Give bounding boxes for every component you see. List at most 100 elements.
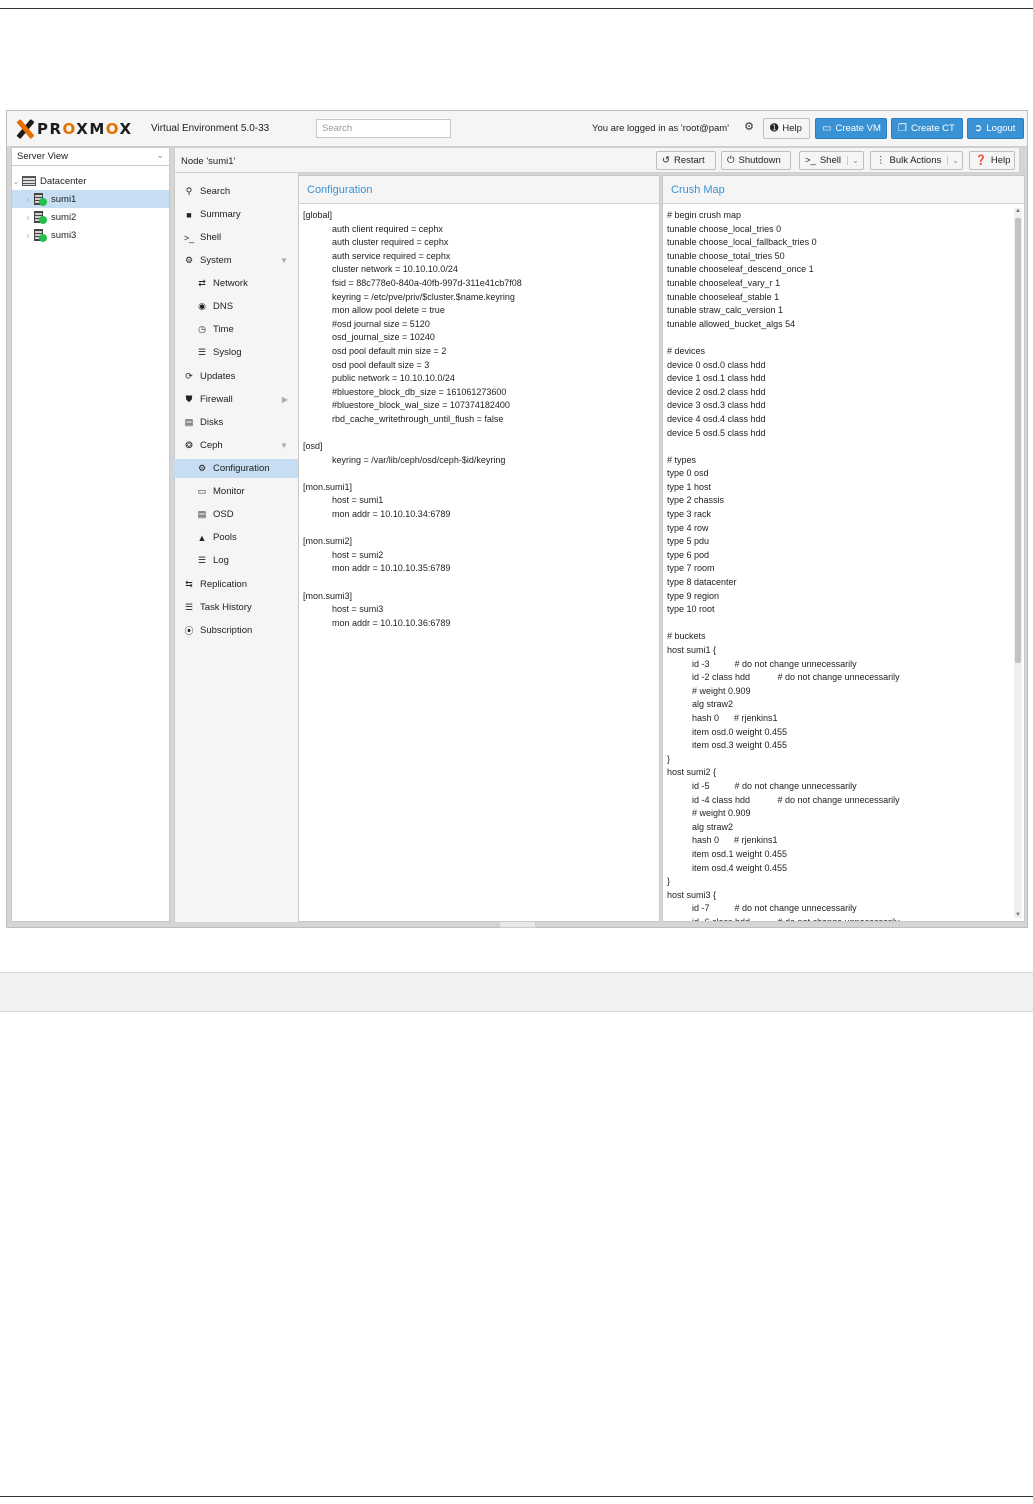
nav-ceph[interactable]: ❂ Ceph ▼ (174, 436, 298, 455)
config-line: keyring = /etc/pve/priv/$cluster.$name.k… (332, 291, 515, 302)
tree-item-sumi2[interactable]: › sumi2 (12, 208, 169, 226)
crush-line: # weight 0.909 (692, 808, 751, 819)
crush-line (667, 617, 1020, 631)
crush-line: type 8 datacenter (667, 577, 737, 588)
crush-line: tunable chooseleaf_vary_r 1 (667, 277, 781, 288)
scroll-up-icon[interactable]: ▲ (1014, 208, 1022, 214)
crush-map-scrollbar[interactable]: ▲ ▼ (1014, 208, 1022, 918)
nav-ceph-configuration[interactable]: ⚙ Configuration (174, 459, 298, 478)
tree-item-datacenter[interactable]: ⌄ Datacenter (12, 172, 169, 190)
crush-line: id -2 class hdd # do not change unnecess… (692, 672, 900, 683)
crush-line: # buckets (667, 631, 706, 642)
nav-ceph-pools[interactable]: ▲ Pools (174, 528, 298, 547)
logout-button[interactable]: ➲ Logout (967, 118, 1024, 139)
crush-map-panel-title: Crush Map (663, 176, 1024, 204)
crush-line: type 3 rack (667, 509, 712, 520)
scroll-down-icon[interactable]: ▼ (1014, 912, 1022, 918)
list-icon: ☰ (197, 347, 207, 357)
restart-button[interactable]: ↺ Restart (656, 151, 716, 170)
help-button[interactable]: ➊ Help (763, 118, 810, 139)
hdd-icon: ▤ (197, 509, 207, 519)
cube-icon: ❒ (898, 123, 907, 134)
list-icon: ☰ (197, 555, 207, 565)
config-line (303, 522, 655, 536)
config-line: #bluestore_block_wal_size = 107374182400 (332, 400, 510, 411)
cogs-icon: ⚙ (184, 255, 194, 265)
nav-shell[interactable]: >_ Shell (174, 228, 298, 247)
nav-subscription[interactable]: ⦿ Subscription (174, 621, 298, 640)
expand-toggle-icon[interactable]: › (24, 231, 32, 240)
crush-line: device 3 osd.3 class hdd (667, 400, 766, 411)
top-bar: PROXMOX Virtual Environment 5.0-33 Searc… (7, 111, 1027, 147)
config-line: host = sumi1 (332, 495, 384, 506)
shutdown-button[interactable]: ⏻ Shutdown (721, 151, 791, 170)
nav-replication[interactable]: ⇆ Replication (174, 575, 298, 594)
config-line: keyring = /var/lib/ceph/osd/ceph-$id/key… (332, 454, 506, 465)
nav-dns[interactable]: ◉ DNS (174, 297, 298, 316)
crush-line: device 1 osd.1 class hdd (667, 373, 766, 384)
config-line: [global] (303, 210, 333, 220)
crush-line: hash 0 # rjenkins1 (692, 835, 778, 846)
nav-summary[interactable]: ■ Summary (174, 205, 298, 224)
nav-ceph-osd[interactable]: ▤ OSD (174, 505, 298, 524)
config-line: [osd] (303, 441, 323, 452)
book-icon: ■ (186, 209, 192, 220)
page-top-rule (0, 8, 1033, 9)
crush-line: id -3 # do not change unnecessarily (692, 658, 857, 669)
proxmox-logo: PROXMOX (15, 120, 133, 138)
nav-ceph-monitor[interactable]: ▭ Monitor (174, 482, 298, 501)
desktop-icon: ▭ (197, 486, 207, 496)
chevron-down-icon[interactable]: ⌄ (947, 156, 959, 165)
crush-line (667, 331, 1020, 345)
scroll-thumb[interactable] (1015, 218, 1021, 663)
collapse-arrow-icon[interactable]: ▼ (280, 256, 288, 265)
sign-out-icon: ➲ (974, 123, 983, 134)
nav-task-history[interactable]: ☰ Task History (174, 598, 298, 617)
bulk-actions-button[interactable]: ⋮ Bulk Actions ⌄ (870, 151, 963, 170)
search-input[interactable]: Search (316, 119, 451, 138)
chevron-down-icon[interactable]: ⌄ (846, 156, 859, 165)
config-line: [mon.sumi2] (303, 536, 353, 547)
expand-toggle-icon[interactable]: › (24, 195, 32, 204)
shell-button[interactable]: >_ Shell ⌄ (799, 151, 864, 170)
config-line: #bluestore_block_db_size = 161061273600 (332, 386, 507, 397)
node-help-button[interactable]: ❓ Help (969, 151, 1015, 170)
nav-time[interactable]: ◷ Time (174, 320, 298, 339)
nav-syslog[interactable]: ☰ Syslog (174, 343, 298, 362)
crush-line: type 1 host (667, 481, 712, 492)
user-settings-gear-icon[interactable]: ⚙ (743, 121, 755, 133)
crush-line: type 10 root (667, 604, 715, 615)
nav-ceph-log[interactable]: ☰ Log (174, 551, 298, 570)
create-vm-button[interactable]: ▭ Create VM (815, 118, 887, 139)
crush-line: type 2 chassis (667, 495, 725, 506)
nav-search[interactable]: ⚲ Search (174, 182, 298, 201)
config-line: auth client required = cephx (332, 223, 443, 234)
nav-firewall[interactable]: ⛊ Firewall ▶ (174, 390, 298, 409)
crush-line: # types (667, 454, 697, 465)
nav-updates[interactable]: ⟳ Updates (174, 367, 298, 386)
ceph-configuration-panel: Configuration [global] auth client requir… (298, 175, 660, 922)
collapse-toggle-icon[interactable]: ⌄ (12, 177, 20, 186)
node-header-bar: Node 'sumi1' ↺ Restart ⏻ Shutdown >_ Shell ⌄… (174, 147, 1020, 173)
info-icon: ➊ (770, 123, 779, 134)
nav-system[interactable]: ⚙ System ▼ (174, 251, 298, 270)
nav-disks[interactable]: ▤ Disks (174, 413, 298, 432)
log-panel-splitter-handle[interactable] (499, 922, 536, 928)
expand-toggle-icon[interactable]: › (24, 213, 32, 222)
collapse-arrow-icon[interactable]: ▼ (280, 441, 288, 450)
tree-item-sumi1[interactable]: › sumi1 (12, 190, 169, 208)
tree-item-sumi3[interactable]: › sumi3 (12, 226, 169, 244)
undo-icon: ↺ (662, 155, 670, 166)
resource-tree: Server View ⌄ ⌄ Datacenter › sumi1 › sumi… (11, 147, 170, 922)
crush-line: host sumi1 { (667, 645, 717, 655)
config-line (303, 576, 655, 590)
config-line: mon allow pool delete = true (332, 305, 445, 316)
server-view-select[interactable]: Server View ⌄ (12, 148, 169, 166)
create-ct-button[interactable]: ❒ Create CT (891, 118, 963, 139)
crush-line: type 0 osd (667, 468, 709, 479)
node-title: Node 'sumi1' (181, 156, 236, 167)
crush-line: item osd.4 weight 0.455 (692, 862, 788, 873)
power-icon: ⏻ (727, 155, 735, 166)
nav-network[interactable]: ⇄ Network (174, 274, 298, 293)
expand-arrow-icon[interactable]: ▶ (282, 395, 288, 404)
